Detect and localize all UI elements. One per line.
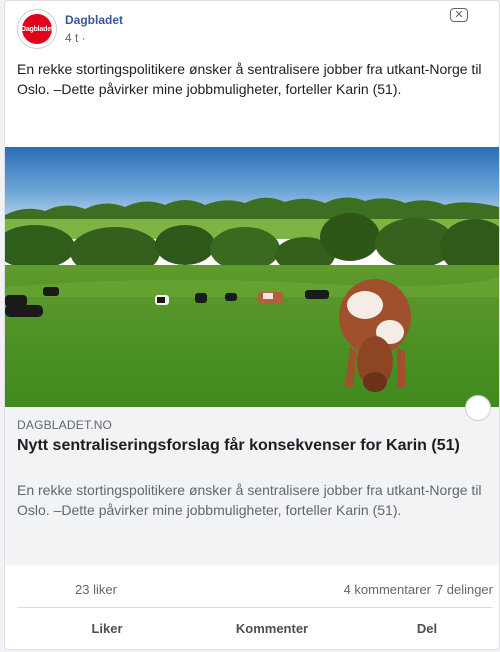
engagement-stats: 23 liker 4 kommentarer 7 delinger — [17, 567, 493, 608]
likes-count[interactable]: 23 liker — [75, 582, 117, 597]
dagbladet-logo: Dagbladet — [21, 14, 53, 44]
shares-count[interactable]: 7 delinger — [436, 582, 493, 597]
link-preview[interactable]: DAGBLADET.NO Nytt sentraliseringsforslag… — [5, 395, 499, 565]
avatar[interactable]: Dagbladet — [17, 9, 57, 49]
comments-count[interactable]: 4 kommentarer — [344, 582, 431, 597]
action-bar: Liker Kommenter Del — [17, 608, 493, 648]
save-icon[interactable] — [465, 395, 491, 421]
post-card: Dagbladet Dagbladet 4 t · ✕ En rekke sto… — [4, 0, 500, 650]
post-header: Dagbladet Dagbladet 4 t · ✕ — [5, 1, 499, 57]
link-description: En rekke stortingspolitikere ønsker å se… — [17, 482, 482, 518]
page-name-link[interactable]: Dagbladet — [65, 13, 123, 27]
post-text: En rekke stortingspolitikere ønsker å se… — [17, 61, 482, 97]
like-button[interactable]: Liker — [57, 608, 157, 648]
post-timestamp[interactable]: 4 t · — [65, 31, 86, 45]
article-photo[interactable] — [5, 147, 499, 407]
close-icon[interactable]: ✕ — [450, 8, 468, 22]
comment-button[interactable]: Kommenter — [217, 608, 327, 648]
share-button[interactable]: Del — [387, 608, 467, 648]
link-title[interactable]: Nytt sentraliseringsforslag får konsekve… — [17, 436, 487, 456]
link-domain: DAGBLADET.NO — [17, 418, 113, 432]
